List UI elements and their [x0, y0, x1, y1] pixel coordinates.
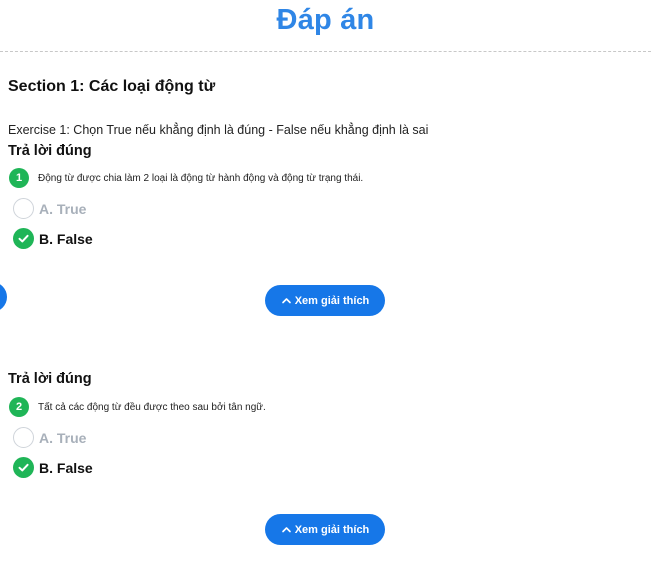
check-circle-icon: [13, 228, 34, 249]
side-toggle-button[interactable]: [0, 282, 7, 312]
question-text: Tất cả các động từ đều được theo sau bởi…: [38, 401, 266, 413]
option-a[interactable]: A. True: [13, 427, 86, 448]
exercise-instruction: Exercise 1: Chọn True nếu khẳng định là …: [8, 123, 429, 137]
radio-empty-icon: [13, 427, 34, 448]
check-circle-icon: [13, 457, 34, 478]
option-label: B. False: [39, 230, 93, 247]
page-title: Đáp án: [276, 4, 375, 36]
question-row: 2 Tất cả các động từ đều được theo sau b…: [9, 397, 266, 417]
option-b[interactable]: B. False: [13, 228, 93, 249]
section-title: Section 1: Các loại động từ: [8, 78, 216, 95]
dashed-divider: [0, 51, 651, 52]
radio-empty-icon: [13, 198, 34, 219]
option-label: B. False: [39, 459, 93, 476]
explain-button[interactable]: Xem giải thích: [265, 285, 385, 316]
option-a[interactable]: A. True: [13, 198, 86, 219]
option-label: A. True: [39, 200, 87, 217]
question-number-badge: 2: [9, 397, 29, 417]
chevron-up-icon: [281, 527, 291, 533]
explain-button-label: Xem giải thích: [294, 523, 370, 536]
answer-status: Trả lời đúng: [8, 143, 92, 159]
option-label: A. True: [39, 429, 87, 446]
question-row: 1 Động từ được chia làm 2 loại là động t…: [9, 168, 363, 188]
question-text: Động từ được chia làm 2 loại là động từ …: [38, 172, 364, 184]
explain-button-label: Xem giải thích: [294, 294, 370, 307]
explain-button[interactable]: Xem giải thích: [265, 514, 385, 545]
question-number-badge: 1: [9, 168, 29, 188]
option-b[interactable]: B. False: [13, 457, 93, 478]
chevron-up-icon: [281, 298, 291, 304]
answer-status: Trả lời đúng: [8, 371, 92, 387]
